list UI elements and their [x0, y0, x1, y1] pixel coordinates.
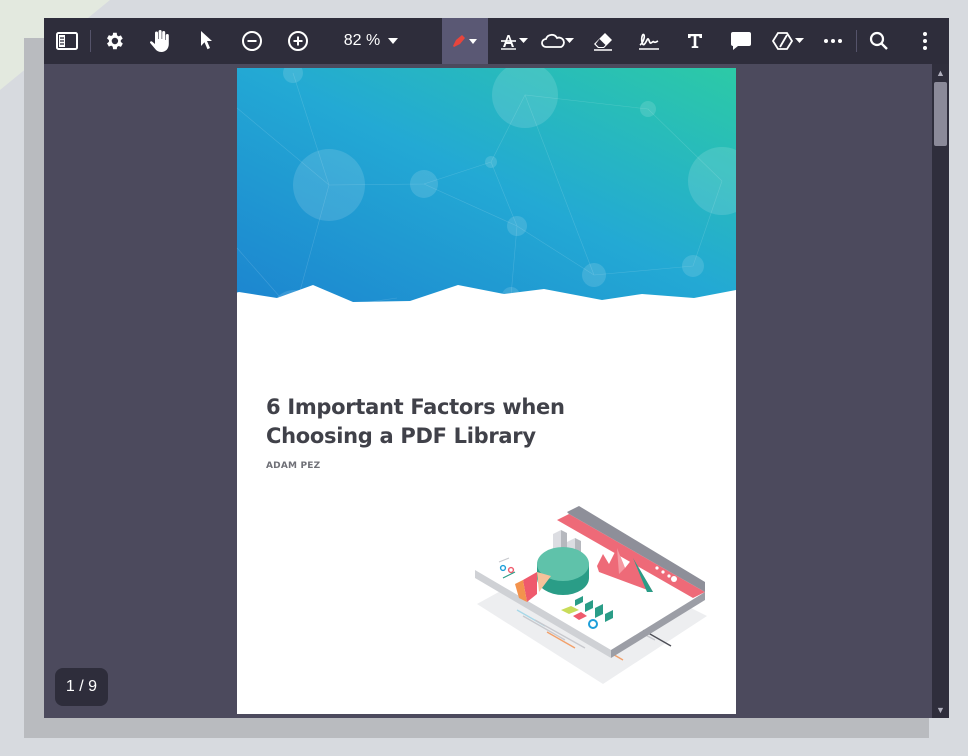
highlighter-icon: [453, 35, 477, 47]
sidebar-toggle-button[interactable]: [50, 18, 84, 64]
chevron-down-icon: [388, 38, 399, 44]
scroll-up-arrow-icon[interactable]: ▲: [932, 64, 949, 81]
zoom-out-button[interactable]: [235, 18, 269, 64]
text-icon: [688, 34, 702, 48]
hand-icon: [150, 30, 169, 52]
pan-tool-button[interactable]: [143, 18, 177, 64]
scrollbar-thumb[interactable]: [934, 82, 947, 146]
plus-circle-icon: [288, 31, 308, 51]
minus-circle-icon: [242, 31, 262, 51]
zoom-in-button[interactable]: [281, 18, 315, 64]
toolbar-separator: [90, 30, 91, 52]
free-text-button[interactable]: [678, 18, 712, 64]
eraser-icon: [594, 33, 612, 51]
document-author: ADAM PEZ: [266, 461, 321, 471]
analytics-illustration: [475, 506, 707, 684]
toolbar: 82 %: [44, 18, 949, 64]
sidebar-icon: [56, 32, 78, 50]
scroll-down-arrow-icon[interactable]: ▼: [932, 701, 949, 718]
signature-button[interactable]: [632, 18, 666, 64]
text-strike-icon: [501, 35, 528, 50]
gear-icon: [107, 32, 123, 50]
pdf-page: 6 Important Factors when Choosing a PDF …: [237, 68, 736, 714]
document-title: 6 Important Factors when Choosing a PDF …: [266, 395, 565, 448]
text-style-button[interactable]: [494, 18, 534, 64]
cover-header-graphic: [237, 68, 736, 336]
page-number-indicator: 1 / 9: [55, 668, 108, 706]
cloud-shape-button[interactable]: [537, 18, 577, 64]
signature-icon: [639, 33, 659, 50]
pointer-icon: [201, 31, 212, 50]
zoom-level-value: 82 %: [343, 32, 381, 49]
comment-button[interactable]: [724, 18, 758, 64]
shapes-button[interactable]: [768, 18, 808, 64]
more-tools-button[interactable]: [816, 18, 850, 64]
speech-bubble-icon: [731, 32, 751, 50]
select-tool-button[interactable]: [189, 18, 223, 64]
search-button[interactable]: [862, 18, 896, 64]
highlighter-button[interactable]: [442, 18, 488, 64]
pdf-viewer: 82 % ▲ ▼ 6 Important Factors when Choosi…: [44, 18, 949, 718]
search-icon: [869, 31, 888, 50]
settings-button[interactable]: [97, 18, 131, 64]
ellipsis-icon: [824, 39, 842, 43]
eraser-button[interactable]: [586, 18, 620, 64]
cloud-icon: [541, 33, 574, 48]
menu-button[interactable]: [908, 18, 942, 64]
shapes-icon: [771, 32, 804, 50]
toolbar-separator: [856, 30, 857, 52]
kebab-menu-icon: [923, 32, 927, 50]
vertical-scrollbar[interactable]: ▲ ▼: [932, 64, 949, 718]
zoom-level-select[interactable]: 82 %: [336, 18, 406, 64]
